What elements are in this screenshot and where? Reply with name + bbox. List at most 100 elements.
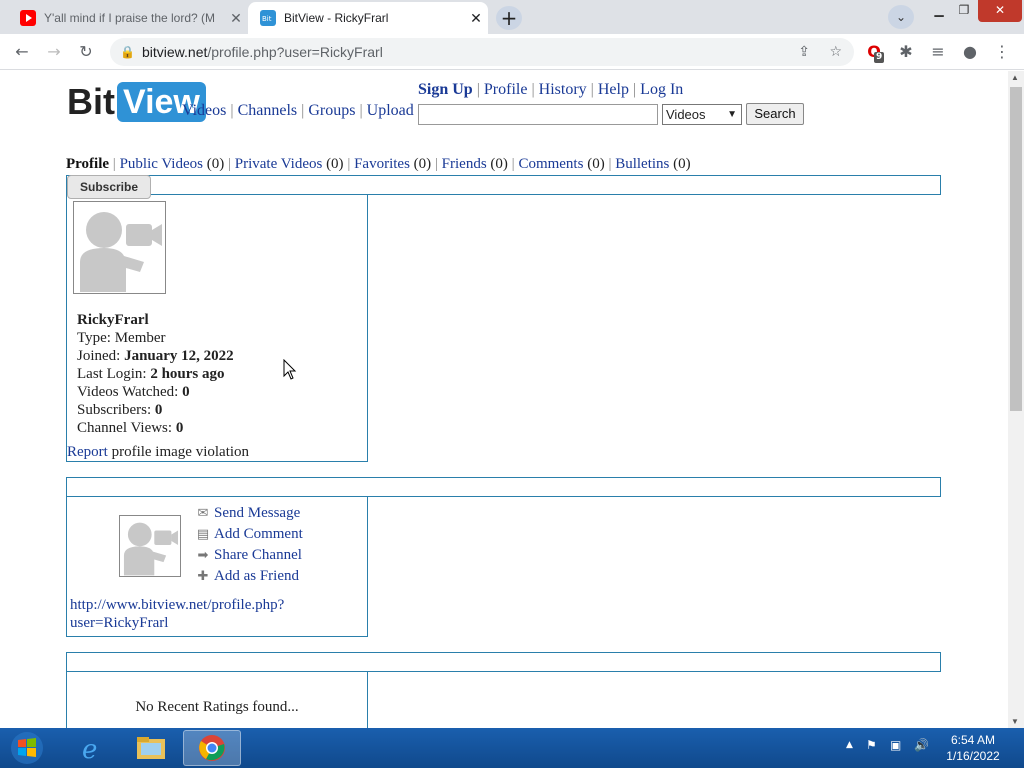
nav-help[interactable]: Help xyxy=(598,81,629,98)
profile-avatar-icon[interactable]: ● xyxy=(958,40,982,64)
subscribe-button[interactable]: Subscribe xyxy=(67,175,151,199)
user-info: RickyFrarl Type: Member Joined: January … xyxy=(77,311,234,437)
channel-url-line2[interactable]: user=RickyFrarl xyxy=(70,615,168,631)
add-friend-icon: ✚ xyxy=(197,569,209,584)
clock-date: 1/16/2022 xyxy=(946,749,1000,763)
tab-favorites[interactable]: Favorites xyxy=(354,156,410,172)
last-login-row: Last Login: 2 hours ago xyxy=(77,365,234,383)
taskbar-explorer[interactable] xyxy=(122,730,180,766)
back-icon[interactable]: ← xyxy=(10,40,34,64)
tab-profile[interactable]: Profile xyxy=(66,156,109,172)
nav-upload[interactable]: Upload xyxy=(367,102,414,119)
start-button[interactable] xyxy=(6,730,48,766)
report-link[interactable]: Report xyxy=(67,444,108,460)
add-friend-link[interactable]: Add as Friend xyxy=(214,566,299,587)
opera-extension-icon[interactable]: O9 xyxy=(862,40,886,64)
svg-text:e: e xyxy=(82,735,97,763)
chrome-icon xyxy=(199,735,225,761)
nav-history[interactable]: History xyxy=(539,81,587,98)
maximize-icon[interactable]: ❐ xyxy=(952,0,976,22)
share-channel-link[interactable]: Share Channel xyxy=(214,545,302,566)
section-header-bar xyxy=(66,175,941,195)
search-input[interactable] xyxy=(418,104,658,125)
new-tab-button[interactable]: + xyxy=(496,6,522,30)
scroll-up-icon[interactable]: ▲ xyxy=(1011,73,1019,82)
tab-private-videos[interactable]: Private Videos xyxy=(235,156,323,172)
main-nav: Videos | Channels | Groups | Upload xyxy=(182,102,414,119)
add-comment-link[interactable]: Add Comment xyxy=(214,524,303,545)
close-window-icon[interactable]: ✕ xyxy=(978,0,1022,22)
tab-bitview[interactable]: Bit BitView - RickyFrarl ✕ xyxy=(248,2,488,34)
logo-bit: Bit xyxy=(67,81,115,122)
internet-explorer-icon: e xyxy=(82,735,97,763)
channel-url[interactable]: http://www.bitview.net/profile.php? user… xyxy=(70,596,330,632)
count: (0) xyxy=(326,156,344,172)
action-center-flag-icon[interactable]: ⚑ xyxy=(866,738,877,752)
search-type-select[interactable]: Videos ▼ xyxy=(662,104,742,125)
count: (0) xyxy=(490,156,508,172)
send-message-action[interactable]: ✉ Send Message xyxy=(193,503,303,524)
scroll-down-icon[interactable]: ▼ xyxy=(1011,717,1019,726)
tab-search-icon[interactable]: ⌄ xyxy=(888,5,914,29)
clock-time: 6:54 AM xyxy=(950,733,996,747)
tab-close-icon[interactable]: ✕ xyxy=(224,10,248,27)
svg-text:Bit: Bit xyxy=(262,15,272,23)
mouse-cursor-icon xyxy=(283,359,297,380)
nav-profile[interactable]: Profile xyxy=(484,81,528,98)
avatar xyxy=(73,201,166,294)
tab-comments[interactable]: Comments xyxy=(518,156,583,172)
page-content: Bit View Videos | Channels | Groups | Upl… xyxy=(0,71,1008,728)
username: RickyFrarl xyxy=(77,312,149,328)
subscribers-row: Subscribers: 0 xyxy=(77,401,234,419)
taskbar-chrome[interactable] xyxy=(183,730,241,766)
tab-youtube[interactable]: Y'all mind if I praise the lord? (M ✕ xyxy=(8,2,248,34)
channel-url-line1[interactable]: http://www.bitview.net/profile.php? xyxy=(70,597,284,613)
count: (0) xyxy=(413,156,432,172)
folder-icon xyxy=(137,737,165,759)
nav-sign-up[interactable]: Sign Up xyxy=(418,81,473,98)
count: (0) xyxy=(587,156,605,172)
scroll-thumb[interactable] xyxy=(1010,87,1022,411)
taskbar-ie[interactable]: e xyxy=(62,730,120,766)
forward-icon[interactable]: → xyxy=(42,40,66,64)
nav-log-in[interactable]: Log In xyxy=(640,81,683,98)
report-text: profile image violation xyxy=(107,444,250,460)
user-type-row: Type: Member xyxy=(77,329,234,347)
share-icon[interactable]: ⇪ xyxy=(798,38,810,66)
nav-channels[interactable]: Channels xyxy=(238,102,298,119)
subscribers: 0 xyxy=(154,402,163,418)
vertical-scrollbar[interactable]: ▲ ▼ xyxy=(1008,71,1024,728)
add-comment-action[interactable]: ▤ Add Comment xyxy=(193,524,303,545)
bookmark-star-icon[interactable]: ☆ xyxy=(829,38,842,66)
search-button[interactable]: Search xyxy=(746,103,804,125)
show-hidden-icons-icon[interactable]: ▲ xyxy=(846,740,853,750)
share-channel-action[interactable]: ➡ Share Channel xyxy=(193,545,303,566)
tab-bulletins[interactable]: Bulletins xyxy=(615,156,669,172)
user-type: Member xyxy=(114,330,166,346)
address-bar[interactable]: 🔒 bitview.net/profile.php?user=RickyFrarl… xyxy=(110,38,854,66)
add-friend-action[interactable]: ✚ Add as Friend xyxy=(193,566,303,587)
media-queue-icon[interactable]: ≡ xyxy=(926,40,950,64)
joined-row: Joined: January 12, 2022 xyxy=(77,347,234,365)
puzzle-extensions-icon[interactable]: ✱ xyxy=(894,40,918,64)
profile-tabs: Profile | Public Videos (0) | Private Vi… xyxy=(66,156,691,172)
videos-watched-row: Videos Watched: 0 xyxy=(77,383,234,401)
tab-friends[interactable]: Friends xyxy=(442,156,487,172)
network-icon[interactable]: ▣ xyxy=(890,738,901,752)
minimize-icon[interactable]: ▁ xyxy=(928,0,950,22)
reload-icon[interactable]: ↻ xyxy=(74,40,98,64)
videos-watched: 0 xyxy=(182,384,190,400)
tab-close-icon[interactable]: ✕ xyxy=(464,10,488,27)
nav-videos[interactable]: Videos xyxy=(182,102,226,119)
send-message-link[interactable]: Send Message xyxy=(214,503,300,524)
system-clock[interactable]: 6:54 AM 1/16/2022 xyxy=(938,732,1008,764)
no-ratings-message: No Recent Ratings found... xyxy=(135,699,299,715)
lock-icon: 🔒 xyxy=(120,45,135,59)
menu-kebab-icon[interactable]: ⋮ xyxy=(990,40,1014,64)
nav-groups[interactable]: Groups xyxy=(308,102,355,119)
default-avatar-icon xyxy=(80,212,162,292)
label: Last Login: xyxy=(77,366,147,382)
section-header-bar xyxy=(66,652,941,672)
volume-icon[interactable]: 🔊 xyxy=(914,738,929,752)
tab-public-videos[interactable]: Public Videos xyxy=(120,156,203,172)
